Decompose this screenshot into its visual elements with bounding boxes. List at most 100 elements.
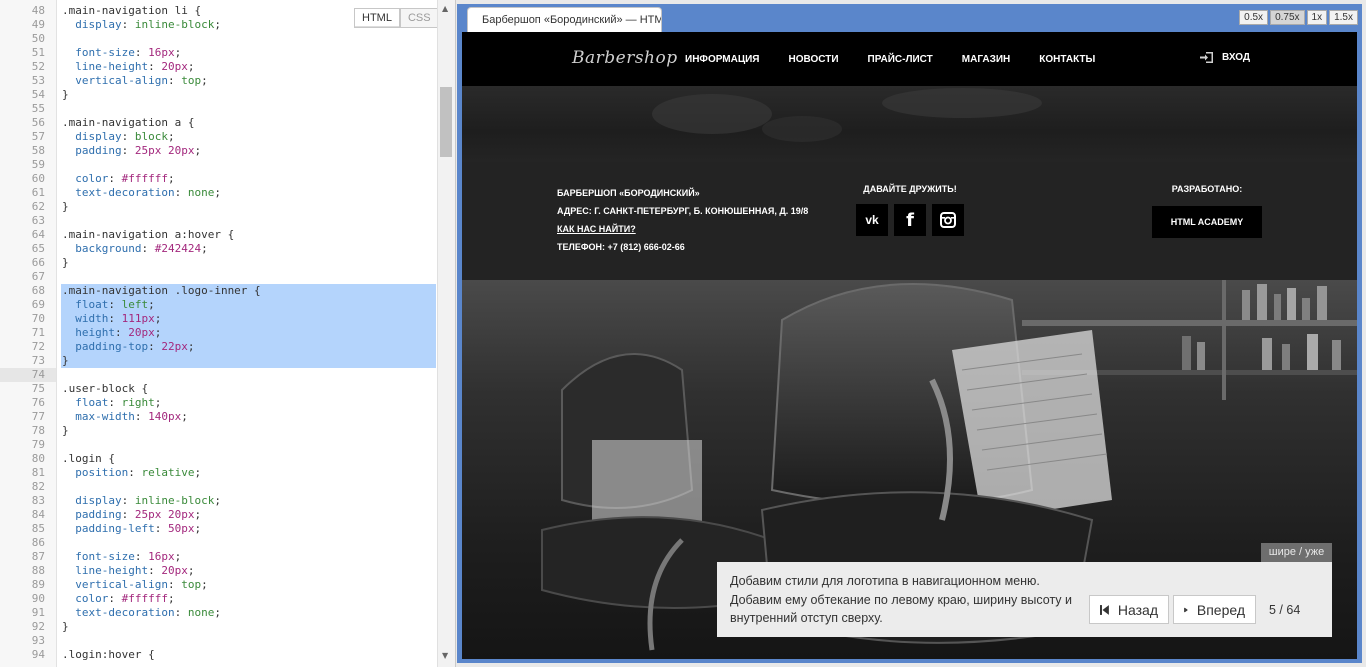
code-line[interactable]: .main-navigation a:hover {: [62, 228, 234, 242]
code-token: 20px: [161, 60, 188, 73]
code-line[interactable]: }: [62, 424, 69, 438]
code-line[interactable]: text-decoration: none;: [62, 186, 221, 200]
code-token: :: [134, 550, 149, 563]
line-number: 67: [31, 270, 45, 283]
code-line[interactable]: .main-navigation li {: [62, 4, 201, 18]
code-line[interactable]: color: #ffffff;: [62, 592, 175, 606]
code-line[interactable]: .login {: [62, 452, 115, 466]
code-token: ;: [214, 186, 221, 199]
nav-item-shop[interactable]: МАГАЗИН: [962, 54, 1011, 65]
code-line[interactable]: line-height: 20px;: [62, 564, 194, 578]
html-academy-link[interactable]: HTML ACADEMY: [1152, 206, 1262, 238]
code-line[interactable]: padding-left: 50px;: [62, 522, 201, 536]
code-token: color: [62, 172, 109, 185]
line-number: 76: [31, 396, 45, 409]
shop-name: БАРБЕРШОП «БОРОДИНСКИЙ»: [557, 188, 700, 198]
code-line[interactable]: .login:hover {: [62, 648, 155, 662]
code-line[interactable]: vertical-align: top;: [62, 74, 207, 88]
code-line[interactable]: text-decoration: none;: [62, 606, 221, 620]
resize-toggle[interactable]: шире / уже: [1261, 543, 1332, 562]
code-line[interactable]: font-size: 16px;: [62, 550, 181, 564]
line-number: 93: [31, 634, 45, 647]
code-line[interactable]: display: inline-block;: [62, 494, 221, 508]
instagram-icon[interactable]: [932, 204, 964, 236]
code-token: :: [167, 74, 182, 87]
next-label: Вперед: [1196, 601, 1245, 618]
scroll-up-arrow-icon[interactable]: ▲: [442, 4, 448, 13]
vk-icon[interactable]: vk: [856, 204, 888, 236]
zoom-0-75x-button[interactable]: 0.75x: [1270, 10, 1305, 25]
code-line[interactable]: padding-top: 22px;: [62, 340, 194, 354]
code-line[interactable]: padding: 25px 20px;: [62, 508, 201, 522]
line-number: 77: [31, 410, 45, 423]
code-line[interactable]: position: relative;: [62, 466, 201, 480]
code-line[interactable]: float: left;: [62, 298, 155, 312]
line-number: 68: [31, 284, 45, 297]
zoom-1x-button[interactable]: 1x: [1306, 10, 1328, 25]
code-line[interactable]: font-size: 16px;: [62, 46, 181, 60]
line-number: 62: [31, 200, 45, 213]
code-line[interactable]: display: block;: [62, 130, 175, 144]
line-number: 73: [31, 354, 45, 367]
nav-item-contacts[interactable]: КОНТАКТЫ: [1039, 54, 1095, 65]
scroll-down-arrow-icon[interactable]: ▼: [442, 651, 448, 660]
code-line[interactable]: float: right;: [62, 396, 161, 410]
code-line[interactable]: color: #ffffff;: [62, 172, 174, 186]
code-token: :: [121, 508, 135, 521]
code-token: #ffffff: [121, 172, 168, 185]
back-button[interactable]: Назад: [1089, 595, 1169, 624]
line-number: 88: [31, 564, 45, 577]
code-token: ;: [194, 508, 202, 521]
code-token: ;: [148, 298, 155, 311]
code-line[interactable]: height: 20px;: [62, 326, 161, 340]
code-token: color: [62, 592, 109, 605]
nav-item-news[interactable]: НОВОСТИ: [789, 54, 839, 65]
code-line[interactable]: .main-navigation a {: [62, 116, 194, 130]
zoom-0-5x-button[interactable]: 0.5x: [1239, 10, 1269, 25]
code-line[interactable]: }: [62, 200, 69, 214]
code-token: :: [148, 340, 162, 353]
line-number: 63: [31, 214, 45, 227]
how-to-find-link[interactable]: КАК НАС НАЙТИ?: [557, 220, 808, 238]
line-number: 69: [31, 298, 45, 311]
nav-item-info[interactable]: ИНФОРМАЦИЯ: [685, 54, 760, 65]
skip-forward-icon: [1184, 607, 1188, 612]
code-line[interactable]: width: 111px;: [62, 312, 161, 326]
preview-browser-tab[interactable]: Барбершоп «Бородинский» — HTML: [467, 7, 662, 32]
code-line[interactable]: }: [62, 620, 69, 634]
code-token: width: [62, 312, 109, 325]
code-line[interactable]: display: inline-block;: [62, 18, 221, 32]
zoom-1-5x-button[interactable]: 1.5x: [1329, 10, 1358, 25]
code-line[interactable]: .user-block {: [62, 382, 148, 396]
code-line[interactable]: background: #242424;: [62, 242, 207, 256]
tab-html[interactable]: HTML: [354, 8, 400, 28]
code-token: ;: [167, 592, 175, 605]
line-number: 78: [31, 424, 45, 437]
code-line[interactable]: line-height: 20px;: [62, 60, 194, 74]
code-token: :: [108, 592, 122, 605]
code-token: :: [114, 326, 129, 339]
developer-block: РАЗРАБОТАНО: HTML ACADEMY: [1152, 184, 1262, 238]
code-token: ;: [167, 130, 175, 143]
code-line[interactable]: }: [62, 88, 69, 102]
editor-scrollbar[interactable]: ▲ ▼: [437, 0, 455, 667]
code-line[interactable]: max-width: 140px;: [62, 410, 188, 424]
tab-css[interactable]: CSS: [399, 8, 439, 28]
login-link[interactable]: ВХОД: [1200, 52, 1250, 63]
next-button[interactable]: Вперед: [1173, 595, 1256, 624]
code-line[interactable]: padding: 25px 20px;: [62, 144, 201, 158]
code-line[interactable]: .main-navigation .logo-inner {: [62, 284, 261, 298]
scroll-thumb[interactable]: [440, 87, 452, 157]
site-logo[interactable]: Barbershop: [572, 48, 678, 68]
code-line[interactable]: vertical-align: top;: [62, 578, 207, 592]
code-editor[interactable]: 48 .main-navigation li {49 display: inlin…: [0, 0, 456, 667]
code-token: padding: [62, 144, 122, 157]
code-token: ;: [194, 144, 202, 157]
nav-item-price-list[interactable]: ПРАЙС-ЛИСТ: [868, 54, 933, 65]
code-line[interactable]: }: [62, 256, 69, 270]
code-line[interactable]: }: [62, 354, 69, 368]
code-token: :: [108, 396, 122, 409]
facebook-icon[interactable]: f: [894, 204, 926, 236]
code-token: none: [187, 186, 215, 199]
code-token: :: [134, 410, 149, 423]
